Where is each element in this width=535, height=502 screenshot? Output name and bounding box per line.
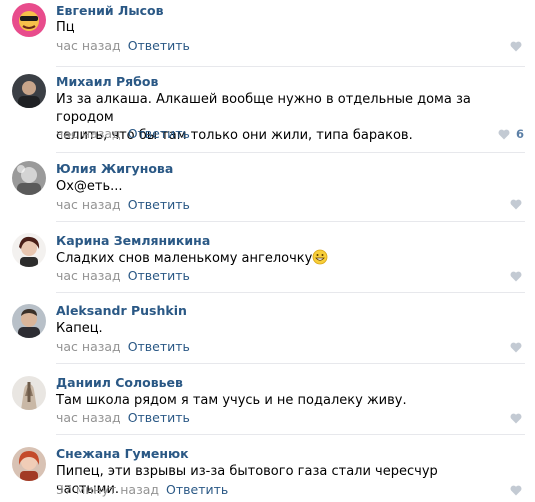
comment-author[interactable]: Снежана Гуменюк xyxy=(56,446,189,461)
comment-time[interactable]: час назад xyxy=(56,197,121,212)
comment-author[interactable]: Михаил Рябов xyxy=(56,74,158,89)
comment-item: Снежана Гуменюк Пипец, эти взрывы из-за … xyxy=(0,435,535,502)
avatar[interactable] xyxy=(12,74,46,108)
heart-icon xyxy=(498,129,510,139)
like-button[interactable] xyxy=(510,413,522,424)
comment-time[interactable]: час назад xyxy=(56,268,121,283)
comment-author[interactable]: Юлия Жигунова xyxy=(56,161,173,176)
comment-meta: 37 минут назад Ответить xyxy=(56,482,228,497)
grinning-emoji-icon xyxy=(312,249,328,271)
comment-meta: час назад Ответить xyxy=(56,197,190,212)
heart-icon xyxy=(510,41,522,52)
comment-item: Юлия Жигунова Ох@еть... час назад Ответит… xyxy=(0,153,535,221)
comment-time[interactable]: час назад xyxy=(56,126,121,141)
comment-item: Евгений Лысов Пц час назад Ответить xyxy=(0,0,535,66)
heart-icon xyxy=(510,271,522,282)
comment-item: Aleksandr Pushkin Капец. час назад Ответи… xyxy=(0,293,535,363)
comment-text: Там школа рядом я там учусь и не подалек… xyxy=(56,393,407,408)
heart-icon xyxy=(510,413,522,424)
like-button[interactable] xyxy=(510,271,522,282)
avatar[interactable] xyxy=(12,161,46,195)
comment-text: Капец. xyxy=(56,321,103,336)
avatar[interactable] xyxy=(12,3,46,37)
comment-time[interactable]: 37 минут назад xyxy=(56,482,159,497)
comment-text-content: Сладких снов маленькому ангелочку xyxy=(56,251,313,266)
comment-author[interactable]: Даниил Соловьев xyxy=(56,375,183,390)
avatar[interactable] xyxy=(12,376,46,410)
heart-icon xyxy=(510,199,522,210)
comment-text: Пц xyxy=(56,20,75,35)
reply-button[interactable]: Ответить xyxy=(166,482,228,497)
reply-button[interactable]: Ответить xyxy=(128,126,190,141)
like-button[interactable]: 6 xyxy=(498,127,524,141)
like-count: 6 xyxy=(515,127,524,141)
like-button[interactable] xyxy=(510,342,522,353)
comment-meta: час назад Ответить xyxy=(56,339,190,354)
reply-button[interactable]: Ответить xyxy=(128,339,190,354)
comment-item: Карина Земляникина Сладких снов маленько… xyxy=(0,222,535,292)
comment-item: Даниил Соловьев Там школа рядом я там уч… xyxy=(0,364,535,434)
like-button[interactable] xyxy=(510,485,522,496)
comment-author[interactable]: Евгений Лысов xyxy=(56,3,164,18)
comment-time[interactable]: час назад xyxy=(56,339,121,354)
comment-meta: час назад Ответить xyxy=(56,268,190,283)
comment-meta: час назад Ответить xyxy=(56,126,190,141)
reply-button[interactable]: Ответить xyxy=(128,197,190,212)
heart-icon xyxy=(510,485,522,496)
avatar[interactable] xyxy=(12,304,46,338)
comment-item: Михаил Рябов Из за алкаша. Алкашей вообщ… xyxy=(0,67,535,152)
comment-author[interactable]: Aleksandr Pushkin xyxy=(56,303,187,318)
comment-list: Евгений Лысов Пц час назад Ответить Михаи… xyxy=(0,0,535,502)
like-button[interactable] xyxy=(510,41,522,52)
like-button[interactable] xyxy=(510,199,522,210)
comment-meta: час назад Ответить xyxy=(56,410,190,425)
comment-time[interactable]: час назад xyxy=(56,410,121,425)
reply-button[interactable]: Ответить xyxy=(128,268,190,283)
avatar[interactable] xyxy=(12,233,46,267)
reply-button[interactable]: Ответить xyxy=(128,38,190,53)
reply-button[interactable]: Ответить xyxy=(128,410,190,425)
comment-author[interactable]: Карина Земляникина xyxy=(56,233,210,248)
comment-text: Ох@еть... xyxy=(56,179,123,194)
avatar[interactable] xyxy=(12,447,46,481)
heart-icon xyxy=(510,342,522,353)
comment-time[interactable]: час назад xyxy=(56,38,121,53)
comment-meta: час назад Ответить xyxy=(56,38,190,53)
